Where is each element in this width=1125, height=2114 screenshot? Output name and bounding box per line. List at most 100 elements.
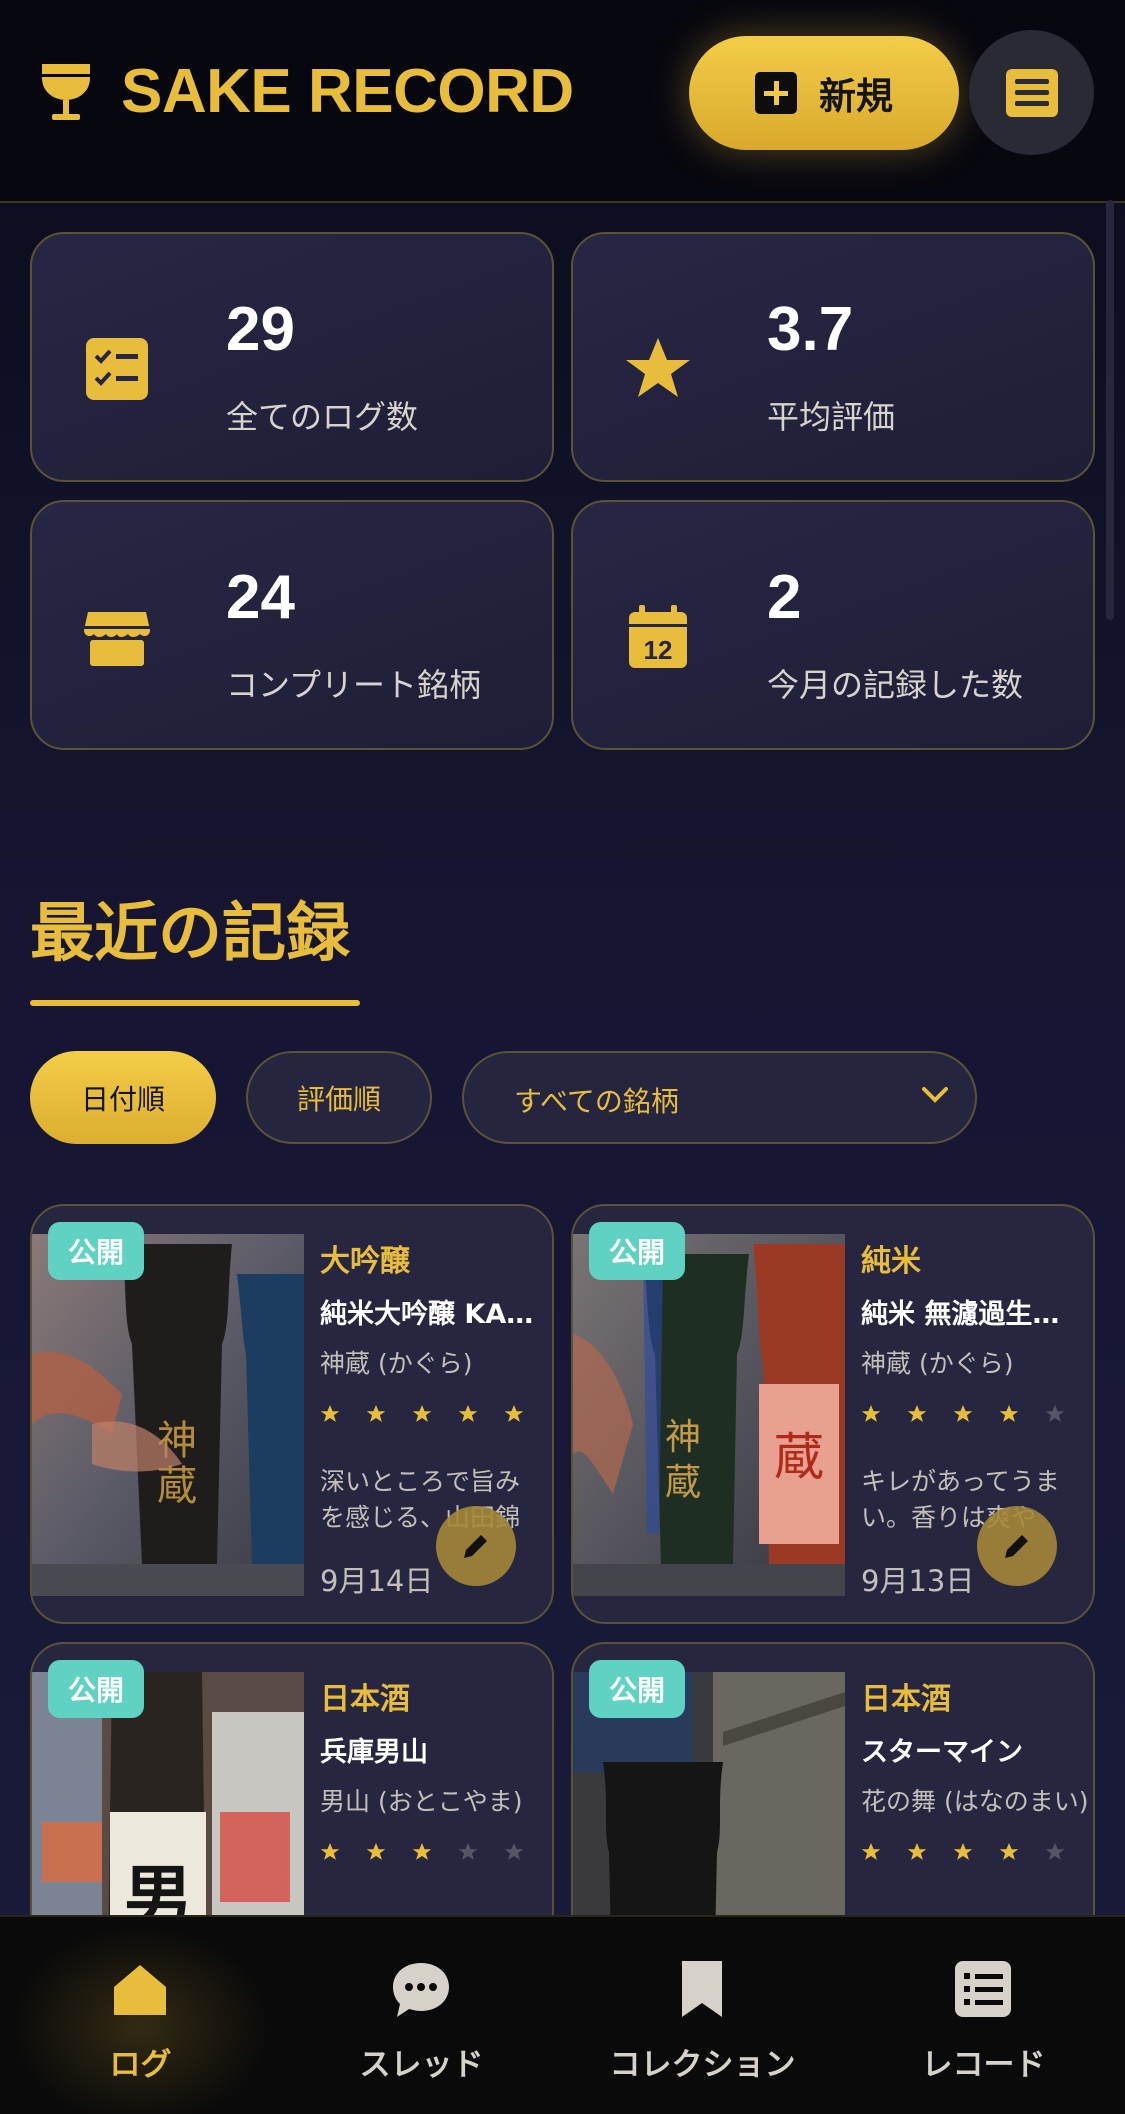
- new-record-label: 新規: [819, 75, 893, 118]
- star-empty-icon: [504, 1843, 524, 1860]
- sake-type: 日本酒: [861, 1682, 951, 1717]
- star-filled-icon: [366, 1405, 386, 1422]
- sake-type: 日本酒: [320, 1682, 410, 1717]
- star-empty-icon: [458, 1843, 478, 1860]
- sake-brand: 花の舞 (はなのまい): [861, 1787, 1089, 1816]
- public-badge: 公開: [589, 1222, 685, 1280]
- star-filled-icon: [412, 1843, 432, 1860]
- stat-label: 平均評価: [767, 398, 896, 436]
- record-date: 9月14日: [320, 1564, 434, 1598]
- list-icon: [955, 1961, 1011, 2017]
- new-record-button[interactable]: 新規: [689, 36, 959, 150]
- star-filled-icon: [504, 1405, 524, 1422]
- nav-item-thread[interactable]: スレッド: [281, 1917, 562, 2114]
- stat-value: 24: [226, 563, 295, 632]
- menu-button[interactable]: [969, 30, 1094, 155]
- pencil-icon: [464, 1535, 487, 1558]
- stat-card-monthly-records: 12 2 今月の記録した数: [571, 500, 1095, 750]
- rating-stars: [320, 1404, 524, 1424]
- star-filled-icon: [907, 1405, 927, 1422]
- public-badge: 公開: [589, 1660, 685, 1718]
- sake-name: 純米 無濾過生…: [861, 1299, 1060, 1330]
- star-filled-icon: [861, 1405, 881, 1422]
- sake-photo: 神 蔵 蔵: [573, 1234, 845, 1596]
- record-card[interactable]: 神 蔵 公開 大吟醸 純米大吟醸 KA… 神蔵 (かぐら) 深いところで旨みを感…: [30, 1204, 554, 1624]
- public-badge: 公開: [48, 1222, 144, 1280]
- star-filled-icon: [953, 1843, 973, 1860]
- svg-text:蔵: 蔵: [774, 1428, 824, 1486]
- star-empty-icon: [1045, 1405, 1065, 1422]
- stat-label: 今月の記録した数: [767, 666, 1024, 704]
- edit-button[interactable]: [977, 1506, 1057, 1586]
- sake-brand: 神蔵 (かぐら): [861, 1349, 1014, 1378]
- pencil-icon: [1005, 1535, 1028, 1558]
- star-empty-icon: [1045, 1843, 1065, 1860]
- rating-stars: [320, 1842, 524, 1862]
- sake-brand: 神蔵 (かぐら): [320, 1349, 473, 1378]
- svg-text:12: 12: [644, 635, 673, 665]
- record-date: 9月13日: [861, 1564, 975, 1598]
- sake-name: 兵庫男山: [320, 1737, 428, 1768]
- rating-stars: [861, 1842, 1065, 1862]
- brand-filter-select[interactable]: すべての銘柄: [462, 1051, 977, 1144]
- brand-filter-value: すべての銘柄: [514, 1085, 679, 1118]
- chat-icon: [393, 1963, 449, 2017]
- calendar-icon: 12: [629, 605, 687, 668]
- stat-value: 29: [226, 295, 295, 364]
- star-filled-icon: [458, 1405, 478, 1422]
- sake-name: 純米大吟醸 KA…: [320, 1299, 534, 1330]
- app-title: SAKE RECORD: [121, 57, 574, 126]
- nav-label: コレクション: [609, 2047, 796, 2083]
- star-filled-icon: [999, 1405, 1019, 1422]
- bottom-navigation: ログ スレッド コレクション レコード: [0, 1915, 1125, 2114]
- scrollbar[interactable]: [1106, 200, 1114, 620]
- stat-value: 2: [767, 563, 802, 632]
- stat-card-average-rating: 3.7 平均評価: [571, 232, 1095, 482]
- sort-by-rating-button[interactable]: 評価順: [246, 1051, 432, 1144]
- star-filled-icon: [320, 1405, 340, 1422]
- chevron-down-icon: [922, 1087, 948, 1103]
- sake-type: 大吟醸: [320, 1244, 410, 1279]
- public-badge: 公開: [48, 1660, 144, 1718]
- nav-item-log[interactable]: ログ: [0, 1917, 281, 2114]
- stat-label: コンプリート銘柄: [226, 666, 482, 704]
- star-filled-icon: [320, 1843, 340, 1860]
- nav-item-collection[interactable]: コレクション: [562, 1917, 843, 2114]
- edit-button[interactable]: [436, 1506, 516, 1586]
- wine-glass-icon: [42, 64, 90, 120]
- star-filled-icon: [412, 1405, 432, 1422]
- svg-text:蔵: 蔵: [665, 1462, 701, 1503]
- store-icon: [84, 612, 150, 666]
- plus-square-icon: [755, 72, 797, 114]
- nav-item-record[interactable]: レコード: [843, 1917, 1124, 2114]
- stat-card-total-logs: 29 全てのログ数: [30, 232, 554, 482]
- star-filled-icon: [999, 1843, 1019, 1860]
- svg-text:神: 神: [665, 1417, 701, 1458]
- checklist-icon: [86, 338, 148, 400]
- star-filled-icon: [907, 1843, 927, 1860]
- stat-card-complete-brands: 24 コンプリート銘柄: [30, 500, 554, 750]
- section-title: 最近の記録: [30, 897, 350, 971]
- nav-label: スレッド: [359, 2047, 484, 2083]
- sake-photo: 神 蔵: [32, 1234, 304, 1596]
- star-filled-icon: [366, 1843, 386, 1860]
- bookmark-icon: [682, 1961, 722, 2017]
- sake-name: スターマイン: [861, 1737, 1023, 1768]
- stat-label: 全てのログ数: [226, 398, 419, 436]
- star-filled-icon: [861, 1843, 881, 1860]
- menu-icon: [1005, 68, 1058, 117]
- star-filled-icon: [953, 1405, 973, 1422]
- sort-by-date-button[interactable]: 日付順: [30, 1051, 216, 1144]
- sake-brand: 男山 (おとこやま): [320, 1787, 523, 1816]
- nav-label: ログ: [109, 2047, 172, 2083]
- app-header: SAKE RECORD 新規: [0, 0, 1125, 203]
- home-icon: [114, 1965, 166, 2015]
- record-card[interactable]: 神 蔵 蔵 公開 純米 純米 無濾過生… 神蔵 (かぐら) キレがあってうまい。…: [571, 1204, 1095, 1624]
- nav-label: レコード: [921, 2047, 1046, 2083]
- star-icon: [626, 338, 690, 397]
- svg-text:蔵: 蔵: [157, 1463, 197, 1509]
- rating-stars: [861, 1404, 1065, 1424]
- stat-value: 3.7: [767, 295, 854, 364]
- section-underline: [30, 1000, 360, 1006]
- sake-type: 純米: [861, 1244, 921, 1279]
